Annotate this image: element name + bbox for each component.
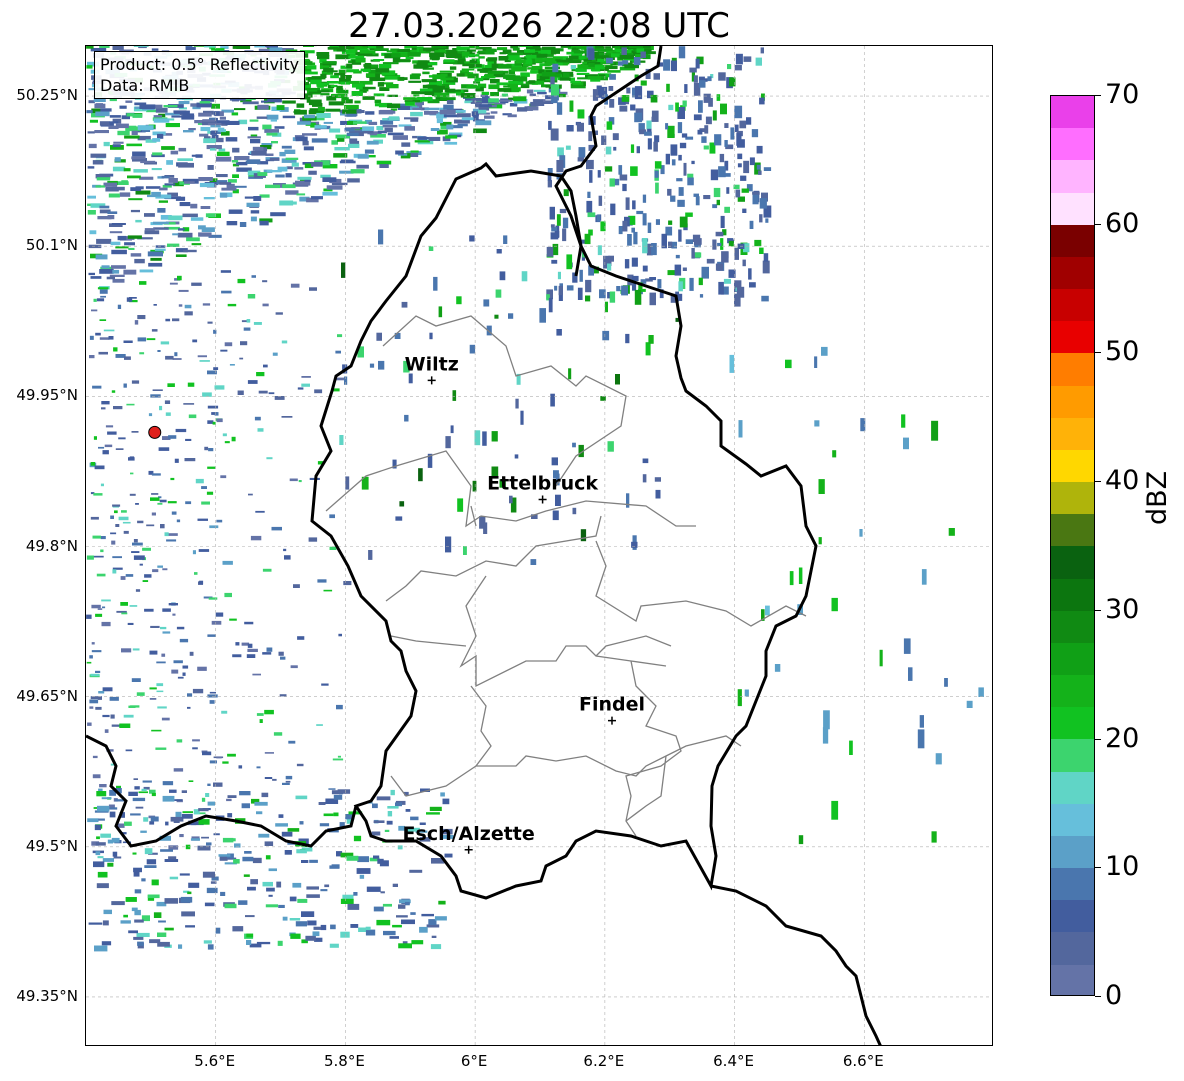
colorbar-segment <box>1051 546 1094 579</box>
longitude-tick-label: 6.2°E <box>583 1052 625 1070</box>
colorbar-tick <box>1095 867 1101 869</box>
colorbar-tick-label: 0 <box>1105 980 1123 1011</box>
reflectivity-echo-layer <box>86 46 984 952</box>
colorbar-segment <box>1051 353 1094 386</box>
latitude-tick-label: 50.25°N <box>16 86 78 105</box>
city-cross-icon <box>538 495 547 504</box>
colorbar-segment <box>1051 771 1094 804</box>
city-marker: Wiltz <box>405 353 459 385</box>
longitude-tick-label: 6.4°E <box>713 1052 754 1070</box>
city-cross-icon <box>607 716 616 725</box>
canton-boundaries <box>325 315 807 837</box>
colorbar <box>1050 95 1095 996</box>
colorbar-segment <box>1051 675 1094 708</box>
colorbar-segment <box>1051 835 1094 869</box>
longitude-tick-label: 5.6°E <box>194 1052 236 1070</box>
colorbar-segment <box>1051 192 1094 225</box>
colorbar-tick-label: 40 <box>1105 465 1140 497</box>
map-title: 27.03.2026 22:08 UTC <box>348 6 730 46</box>
colorbar-segment <box>1051 932 1094 965</box>
city-marker: Findel <box>579 694 645 725</box>
longitude-tick-label: 6.6°E <box>842 1052 884 1070</box>
colorbar-segment <box>1051 289 1094 322</box>
colorbar-segment <box>1051 514 1094 547</box>
colorbar-segment <box>1051 224 1094 257</box>
map-canvas: Wiltz Ettelbruck Findel Esch/Alzette <box>86 46 992 1045</box>
longitude-tick-label: 6°E <box>460 1052 488 1070</box>
latitude-tick-label: 49.35°N <box>16 986 78 1005</box>
colorbar-segment <box>1051 868 1094 901</box>
colorbar-tick <box>1095 609 1101 611</box>
colorbar-segment <box>1051 96 1094 129</box>
colorbar-segment <box>1051 803 1094 836</box>
colorbar-segment <box>1051 449 1094 483</box>
colorbar-segment <box>1051 707 1094 740</box>
city-label: Findel <box>579 694 645 716</box>
canton-boundary <box>595 540 807 627</box>
canton-boundary <box>382 315 627 487</box>
country-border-germany-south <box>710 884 882 1045</box>
colorbar-segment <box>1051 610 1094 643</box>
colorbar-segment <box>1051 964 1094 995</box>
data-source-label: Data: RMIB <box>100 76 190 95</box>
canton-boundary <box>385 515 602 602</box>
colorbar-tick <box>1095 352 1101 354</box>
canton-boundary <box>625 660 682 837</box>
colorbar-tick <box>1095 223 1101 225</box>
colorbar-tick-label: 20 <box>1105 722 1140 754</box>
colorbar-segment <box>1051 482 1094 515</box>
latitude-tick-label: 49.95°N <box>16 386 78 405</box>
colorbar-tick-label: 70 <box>1105 79 1140 110</box>
country-border-belgium-france <box>86 734 358 848</box>
colorbar-segment <box>1051 417 1094 450</box>
latitude-tick-label: 49.5°N <box>25 836 78 855</box>
colorbar-tick <box>1095 738 1101 740</box>
colorbar-segment <box>1051 321 1094 354</box>
colorbar-segment <box>1051 900 1094 933</box>
longitude-tick-label: 5.8°E <box>324 1052 365 1070</box>
colorbar-segment <box>1051 578 1094 611</box>
city-label: Esch/Alzette <box>403 823 535 845</box>
latitude-tick-label: 49.65°N <box>16 686 78 705</box>
colorbar-tick <box>1095 481 1101 483</box>
colorbar-segment <box>1051 256 1094 290</box>
colorbar-tick-label: 60 <box>1105 207 1140 239</box>
canton-boundary <box>459 575 667 688</box>
colorbar-segment <box>1051 385 1094 418</box>
city-cross-icon <box>427 376 436 385</box>
colorbar-segment <box>1051 160 1094 193</box>
radar-map[interactable]: Wiltz Ettelbruck Findel Esch/Alzette <box>85 45 993 1046</box>
canton-boundary <box>390 635 467 647</box>
colorbar-tick-label: 30 <box>1105 593 1140 625</box>
colorbar-tick <box>1095 996 1101 997</box>
city-marker: Esch/Alzette <box>403 823 535 854</box>
colorbar-segment <box>1051 128 1094 161</box>
latitude-tick-label: 49.8°N <box>25 536 78 555</box>
radar-site-icon <box>148 425 162 439</box>
colorbar-unit-label: dBZ <box>1142 470 1173 525</box>
radar-site-layer <box>148 425 162 439</box>
product-info-box: Product: 0.5° Reflectivity Data: RMIB <box>94 51 306 99</box>
colorbar-segment <box>1051 642 1094 676</box>
luxembourg-border <box>310 161 818 900</box>
city-marker: Ettelbruck <box>487 472 598 504</box>
colorbar-segment <box>1051 739 1094 772</box>
colorbar-tick <box>1095 95 1101 96</box>
product-label: Product: 0.5° Reflectivity <box>100 55 300 74</box>
canton-boundary <box>390 765 477 797</box>
city-label: Ettelbruck <box>487 472 598 494</box>
canton-boundary <box>595 635 672 657</box>
colorbar-tick-label: 10 <box>1105 851 1140 883</box>
city-label: Wiltz <box>405 353 459 375</box>
latitude-tick-label: 50.1°N <box>25 236 78 255</box>
colorbar-tick-label: 50 <box>1105 336 1140 368</box>
